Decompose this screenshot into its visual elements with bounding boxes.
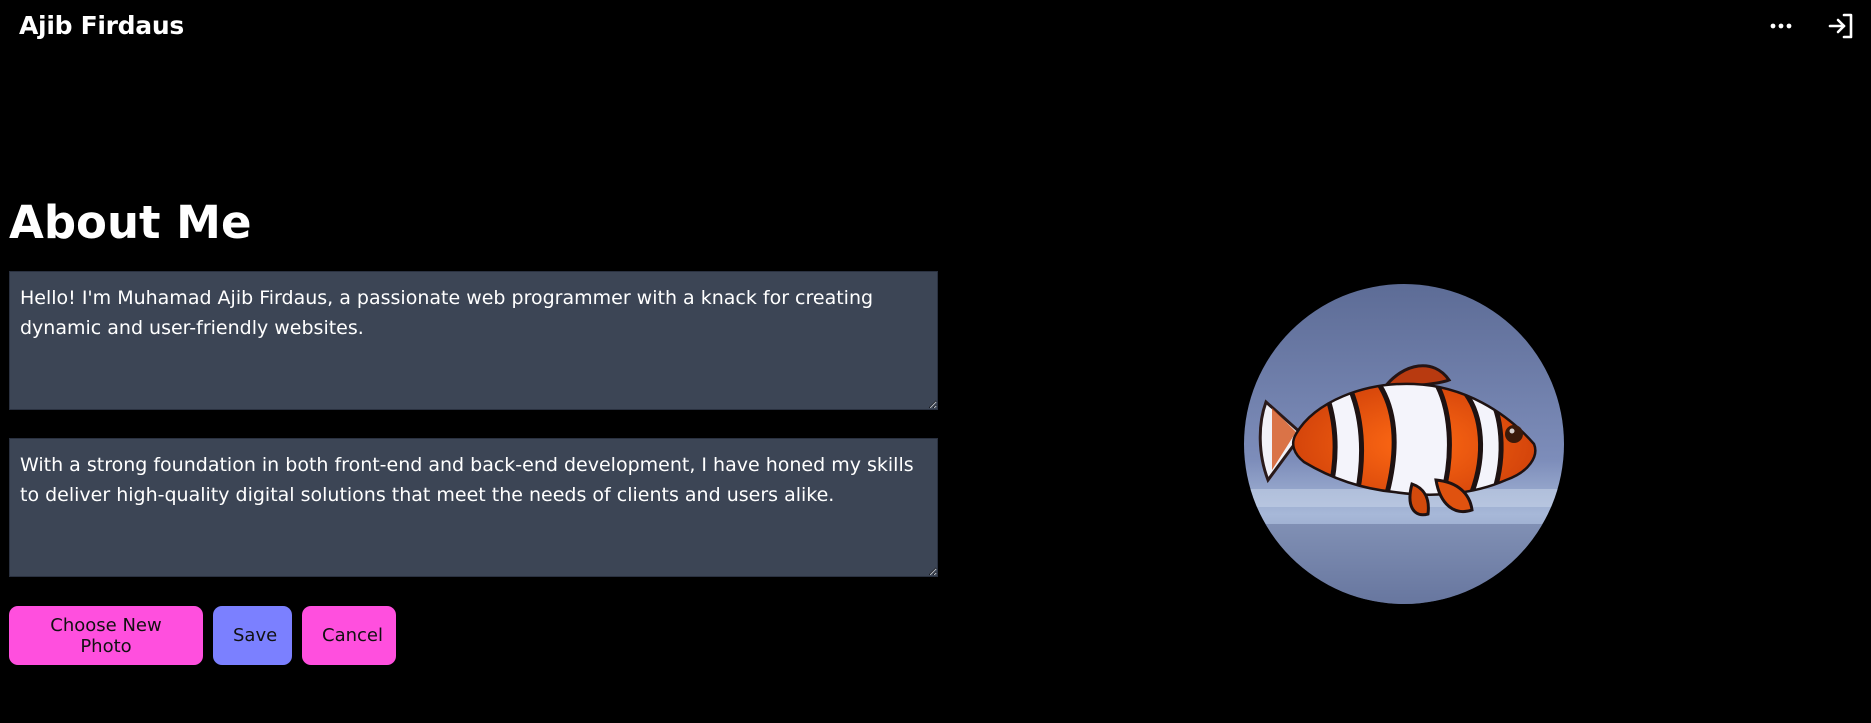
login-button[interactable]	[1825, 10, 1857, 42]
action-buttons: Choose New Photo Save Cancel	[9, 606, 396, 665]
cancel-button[interactable]: Cancel	[302, 606, 396, 665]
bio-paragraph-2-textarea[interactable]: With a strong foundation in both front-e…	[9, 438, 938, 577]
page: Ajib Firdaus About Me Hello! I'm Muhamad…	[0, 0, 1871, 723]
save-button[interactable]: Save	[213, 606, 292, 665]
profile-photo	[1244, 284, 1564, 604]
bio-paragraph-1-textarea[interactable]: Hello! I'm Muhamad Ajib Firdaus, a passi…	[9, 271, 938, 410]
choose-new-photo-button[interactable]: Choose New Photo	[9, 606, 203, 665]
more-horizontal-icon	[1770, 23, 1792, 29]
about-heading: About Me	[9, 196, 252, 249]
header-actions	[1765, 10, 1857, 42]
more-options-button[interactable]	[1765, 10, 1797, 42]
clownfish-image	[1244, 284, 1564, 604]
sign-in-icon	[1828, 13, 1853, 39]
site-title[interactable]: Ajib Firdaus	[19, 11, 184, 40]
